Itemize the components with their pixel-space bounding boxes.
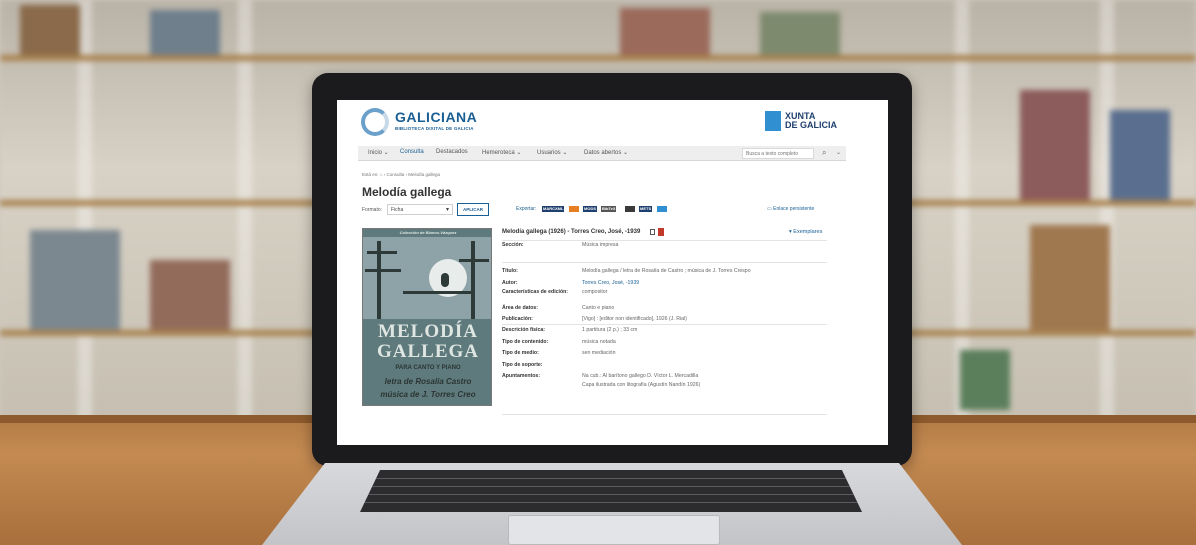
field-value: Capa ilustrada con litografía (Agustín N… bbox=[582, 382, 701, 388]
key-row bbox=[360, 486, 862, 487]
field-label: Publicación: bbox=[502, 316, 533, 322]
export-format-6[interactable] bbox=[657, 206, 667, 212]
field-value: Canto e piano bbox=[582, 305, 615, 311]
site-logo-subtitle: BIBLIOTECA DIXITAL DE GALICIA bbox=[395, 126, 474, 131]
nav-item-destacados[interactable]: Destacados bbox=[436, 149, 468, 155]
book bbox=[960, 350, 1010, 410]
field-label: Descrición física: bbox=[502, 327, 545, 333]
export-format-3[interactable]: BibTeX bbox=[601, 206, 617, 212]
nav-item-inicio[interactable]: Inicio ⌄ bbox=[368, 149, 389, 156]
site-header: GALICIANA BIBLIOTECA DIXITAL DE GALICIA … bbox=[337, 100, 888, 144]
book bbox=[150, 10, 220, 55]
field-label: Título: bbox=[502, 268, 518, 274]
galiciana-logo-icon[interactable] bbox=[361, 108, 389, 136]
cover-line-music: música de J. Torres Creo bbox=[380, 390, 476, 399]
cover-subtitle: PARA CANTO Y PIANO bbox=[395, 365, 461, 371]
field-value-link[interactable]: Torres Creo, José, -1939 bbox=[582, 280, 822, 287]
cover-tree-branch bbox=[403, 291, 473, 294]
nav-item-hemeroteca[interactable]: Hemeroteca ⌄ bbox=[482, 149, 521, 156]
export-format-5[interactable]: METS bbox=[639, 206, 653, 212]
cover-tree-branch bbox=[365, 269, 401, 272]
field-label: Tipo de soporte: bbox=[502, 362, 543, 368]
cover-title-line1: MELODÍA bbox=[378, 321, 478, 342]
field-value: sen mediación bbox=[582, 350, 616, 356]
book bbox=[1020, 90, 1090, 200]
search-input[interactable] bbox=[742, 148, 814, 159]
chevron-down-icon: ▾ bbox=[445, 207, 449, 213]
book bbox=[30, 230, 120, 330]
field-value: música notada bbox=[582, 339, 616, 345]
copies-toggle[interactable]: ▾ Exemplares bbox=[789, 229, 822, 235]
apply-button[interactable]: APLICAR bbox=[457, 203, 489, 216]
xunta-logo-icon[interactable] bbox=[765, 111, 781, 131]
field-value: Na cub.: Al barítono gallego D. Víctor L… bbox=[582, 373, 699, 379]
main-nav: Inicio ⌄ Consulta Destacados Hemeroteca … bbox=[358, 146, 846, 161]
export-format-2[interactable]: MODS bbox=[583, 206, 597, 212]
field-label: Área de datos: bbox=[502, 305, 539, 311]
page-title: Melodía gallega bbox=[362, 185, 452, 199]
export-format-4[interactable] bbox=[625, 206, 635, 212]
record-heading: Melodía gallega (1926) - Torres Creo, Jo… bbox=[502, 229, 641, 235]
list-icon[interactable] bbox=[650, 229, 655, 235]
cover-tree-trunk bbox=[471, 241, 475, 319]
field-value: [Vigo] : [editor non identificado], 1926… bbox=[582, 316, 687, 322]
cover-top-text: Colección de Blanco-Vázquez bbox=[399, 230, 457, 235]
window-frame bbox=[78, 0, 92, 420]
field-value: 1 partitura (2 p.) ; 33 cm bbox=[582, 327, 638, 333]
nav-item-datos-abertos[interactable]: Datos abertos ⌄ bbox=[584, 149, 628, 156]
book bbox=[620, 8, 710, 55]
divider bbox=[502, 262, 827, 263]
key-row bbox=[360, 478, 862, 479]
field-label: Características de edición: bbox=[502, 289, 569, 295]
book bbox=[1110, 110, 1170, 200]
pdf-icon[interactable] bbox=[658, 228, 664, 236]
export-format-0[interactable]: MARCXML bbox=[542, 206, 565, 212]
cover-title-line2: GALLEGA bbox=[376, 341, 480, 362]
chevron-down-icon[interactable]: ⌄ bbox=[836, 149, 841, 156]
xunta-line2: DE GALICIA bbox=[785, 120, 838, 130]
export-label: Exportar: bbox=[516, 206, 537, 212]
field-value: Música impresa bbox=[582, 242, 619, 248]
field-label: Sección: bbox=[502, 242, 524, 248]
window-frame bbox=[238, 0, 252, 420]
field-value: Melodía gallega / letra de Rosalía de Ca… bbox=[582, 268, 751, 274]
format-select[interactable]: Ficha ▾ bbox=[387, 204, 453, 215]
laptop-trackpad bbox=[508, 515, 720, 545]
window-frame bbox=[1100, 0, 1114, 420]
cover-tree-branch bbox=[459, 259, 489, 262]
score-cover-image[interactable]: Colección de Blanco-Vázquez MELODÍA GALL… bbox=[362, 228, 492, 406]
breadcrumb[interactable]: Está en: ⌂ › Consulta › Melodía gallega bbox=[362, 172, 440, 177]
search-icon[interactable]: ⌕ bbox=[822, 148, 826, 158]
cover-line-lyrics: letra de Rosalía Castro bbox=[384, 377, 472, 386]
book bbox=[20, 5, 80, 55]
xunta-logo-text[interactable]: XUNTA DE GALICIA bbox=[785, 112, 837, 130]
nav-item-usuarios[interactable]: Usuarios ⌄ bbox=[537, 149, 567, 156]
field-label: Tipo de contenido: bbox=[502, 339, 549, 345]
book bbox=[150, 260, 230, 330]
export-format-1[interactable] bbox=[569, 206, 579, 212]
laptop-screen: GALICIANA BIBLIOTECA DIXITAL DE GALICIA … bbox=[337, 100, 888, 445]
field-value: compositor bbox=[582, 289, 608, 295]
divider bbox=[502, 324, 827, 325]
divider bbox=[502, 414, 827, 415]
field-label: Apuntamentos: bbox=[502, 373, 541, 379]
field-label: Tipo de medio: bbox=[502, 350, 539, 356]
divider bbox=[502, 240, 827, 241]
site-logo-name[interactable]: GALICIANA bbox=[395, 109, 477, 125]
cover-bird bbox=[441, 273, 449, 287]
cover-tree-branch bbox=[367, 251, 397, 254]
format-label: Formato: bbox=[362, 207, 383, 213]
field-label: Autor: bbox=[502, 280, 518, 286]
laptop-keyboard bbox=[360, 470, 862, 512]
format-select-value: Ficha bbox=[391, 207, 404, 213]
key-row bbox=[360, 502, 862, 503]
book bbox=[1030, 225, 1110, 330]
permalink-link[interactable]: ▭ Enlace persistente bbox=[767, 206, 814, 212]
shelf bbox=[0, 55, 1196, 61]
nav-item-consulta[interactable]: Consulta bbox=[400, 149, 424, 155]
key-row bbox=[360, 494, 862, 495]
book bbox=[760, 12, 840, 55]
